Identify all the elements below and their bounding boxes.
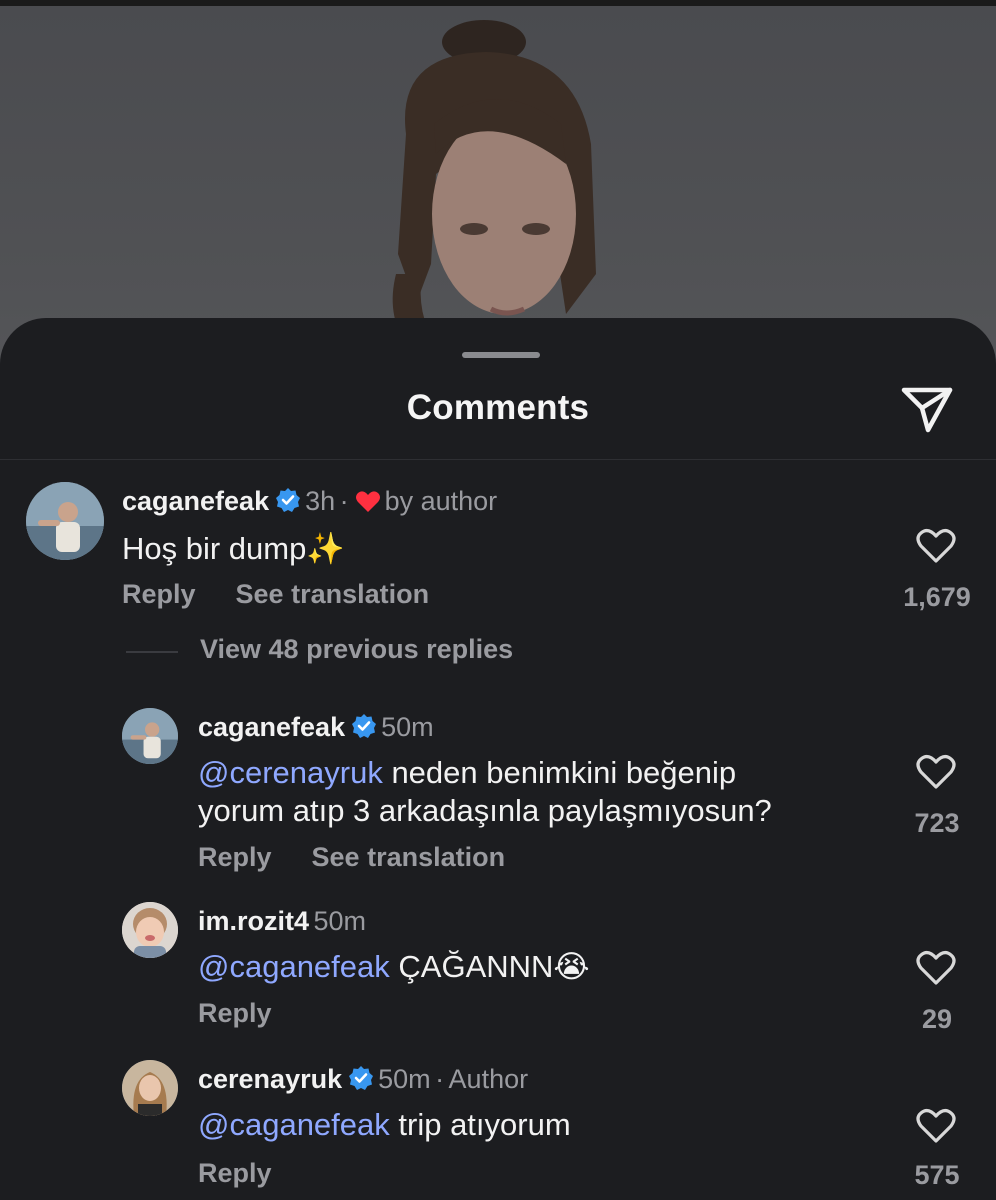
- reply-time: 50m: [313, 906, 367, 936]
- username[interactable]: im.rozit4: [198, 906, 309, 936]
- reply-header: im.rozit4 50m: [198, 906, 366, 937]
- avatar[interactable]: [122, 1060, 178, 1116]
- username[interactable]: cerenayruk: [198, 1064, 342, 1094]
- reply-time: 50m: [378, 1064, 431, 1094]
- sheet-grabber[interactable]: [462, 352, 540, 358]
- liked-by-author-label: by author: [384, 486, 498, 516]
- view-replies-label: View 48 previous replies: [200, 634, 514, 664]
- mention-link[interactable]: @caganefeak: [198, 949, 390, 984]
- reply-text-body: trip atıyorum: [389, 1107, 571, 1142]
- reply-text-line1: neden benimkini beğenip: [382, 755, 737, 790]
- reply-actions: Reply: [198, 998, 312, 1029]
- reply-button[interactable]: Reply: [198, 998, 272, 1028]
- reply-actions: Reply: [198, 1158, 312, 1189]
- reply-actions: Reply See translation: [198, 842, 545, 873]
- reply-text: @cerenayruk neden benimkini beğenip yoru…: [198, 754, 772, 830]
- avatar[interactable]: [26, 482, 104, 560]
- header-divider: [0, 459, 996, 460]
- username[interactable]: caganefeak: [122, 486, 269, 516]
- heart-outline-icon[interactable]: [916, 1108, 956, 1144]
- heart-outline-icon[interactable]: [916, 528, 956, 564]
- avatar[interactable]: [122, 902, 178, 958]
- reply-text-line2: yorum atıp 3 arkadaşınla paylaşmıyosun?: [198, 793, 772, 828]
- like-count: 29: [921, 1004, 953, 1034]
- separator-dot: ·: [435, 1064, 445, 1094]
- post-photo: [392, 20, 596, 344]
- reply-button[interactable]: Reply: [122, 579, 196, 609]
- mention-link[interactable]: @caganefeak: [198, 1107, 390, 1142]
- separator-dot: ·: [339, 486, 349, 516]
- reply-button[interactable]: Reply: [198, 1158, 272, 1188]
- heart-outline-icon[interactable]: [916, 754, 956, 790]
- comment-header: caganefeak 3h · by author: [122, 486, 497, 517]
- verified-badge-icon: [276, 488, 301, 512]
- reply-text: @caganefeak trip atıyorum: [198, 1106, 571, 1144]
- reply-text-body: ÇAĞANNN😭: [389, 949, 590, 984]
- like-count: 575: [914, 1160, 960, 1190]
- reply-header: cerenayruk 50m · Author: [198, 1064, 528, 1095]
- heart-filled-icon: [355, 491, 380, 512]
- username[interactable]: caganefeak: [198, 712, 345, 742]
- reply-button[interactable]: Reply: [198, 842, 272, 872]
- verified-badge-icon: [352, 714, 377, 738]
- like-count: 723: [914, 808, 960, 838]
- sheet-title: Comments: [406, 388, 590, 427]
- reply-time: 50m: [381, 712, 434, 742]
- verified-badge-icon: [349, 1066, 374, 1090]
- avatar[interactable]: [122, 708, 178, 764]
- comment-text: Hoş bir dump✨: [122, 531, 345, 566]
- heart-outline-icon[interactable]: [916, 950, 956, 986]
- author-tag: Author: [448, 1064, 529, 1094]
- comment-actions: Reply See translation: [122, 579, 469, 610]
- paper-plane-icon[interactable]: [898, 382, 956, 436]
- see-translation-button[interactable]: See translation: [312, 842, 506, 872]
- see-translation-button[interactable]: See translation: [236, 579, 430, 609]
- comment-time: 3h: [305, 486, 336, 516]
- reply-header: caganefeak 50m: [198, 712, 434, 743]
- mention-link[interactable]: @cerenayruk: [198, 755, 383, 790]
- comments-sheet: Comments caganefeak 3h · by author Hoş bir…: [0, 318, 996, 1200]
- replies-line: [126, 651, 178, 653]
- reply-text: @caganefeak ÇAĞANNN😭: [198, 948, 590, 986]
- like-count: 1,679: [903, 582, 971, 612]
